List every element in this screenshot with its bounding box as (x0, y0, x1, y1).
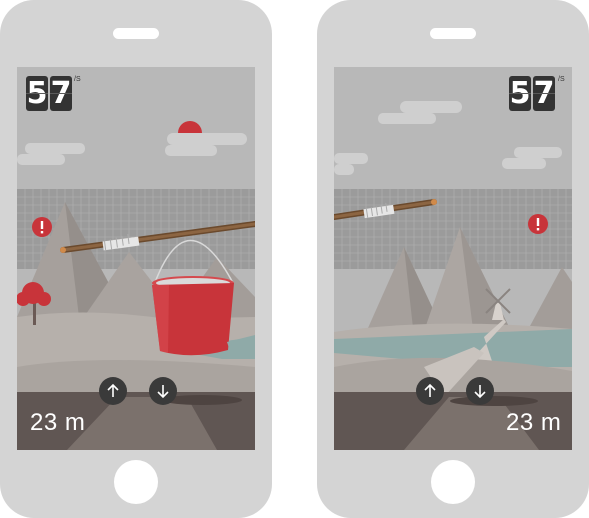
game-screen-left[interactable]: 5 7 /S 23 m (17, 67, 255, 450)
game-screen-right[interactable]: 5 7 /S 23 m (334, 67, 572, 450)
move-up-button[interactable] (99, 377, 127, 405)
phone-speaker (113, 28, 159, 39)
score-timer: 5 7 (509, 76, 555, 111)
move-down-button[interactable] (149, 377, 177, 405)
home-button[interactable] (431, 460, 475, 504)
arrow-down-icon (474, 385, 486, 399)
alert-exclamation-icon (32, 217, 52, 237)
home-button[interactable] (114, 460, 158, 504)
scene-right (334, 67, 572, 450)
timer-unit: /S (558, 76, 565, 83)
alert-exclamation-icon (528, 214, 548, 234)
timer-digit: 7 (533, 76, 555, 111)
distance-readout: 23 m (506, 409, 562, 436)
distance-readout: 23 m (30, 409, 86, 436)
timer-digit: 7 (50, 76, 72, 111)
timer-digit: 5 (509, 76, 531, 111)
phone-frame-left: 5 7 /S 23 m (0, 0, 272, 518)
arrow-up-icon (107, 383, 119, 397)
arrow-down-icon (157, 385, 169, 399)
phone-frame-right: 5 7 /S 23 m (317, 0, 589, 518)
scene-left (17, 67, 255, 450)
timer-unit: /S (74, 76, 81, 83)
move-up-button[interactable] (416, 377, 444, 405)
timer-digit: 5 (26, 76, 48, 111)
score-timer: 5 7 (26, 76, 72, 111)
phone-speaker (430, 28, 476, 39)
move-down-button[interactable] (466, 377, 494, 405)
arrow-up-icon (424, 383, 436, 397)
